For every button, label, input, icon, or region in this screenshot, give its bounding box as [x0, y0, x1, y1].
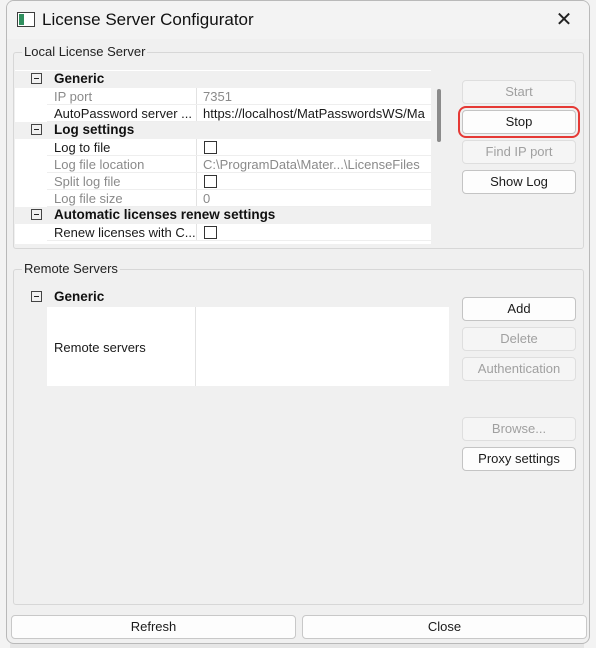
property-row[interactable]: Log to file: [15, 139, 431, 156]
authentication-button[interactable]: Authentication: [462, 357, 576, 381]
property-name: IP port: [54, 89, 93, 104]
close-button[interactable]: Close: [302, 615, 587, 639]
column-separator: [196, 190, 197, 207]
column-separator: [196, 173, 197, 190]
local-property-grid[interactable]: Generic IP port 7351 AutoPassword server ..…: [15, 70, 431, 244]
collapse-toggle-icon[interactable]: [31, 124, 42, 135]
local-grid-scrollbar[interactable]: [437, 89, 441, 142]
property-name: AutoPassword server ...: [54, 106, 192, 121]
show-log-button[interactable]: Show Log: [462, 170, 576, 194]
category-label: Automatic licenses renew settings: [54, 207, 276, 222]
category-label: Log settings: [54, 122, 135, 137]
app-icon: [17, 12, 35, 27]
remote-servers-label: Remote Servers: [22, 261, 120, 276]
close-icon[interactable]: ✕: [547, 5, 581, 35]
checkbox[interactable]: [204, 141, 217, 154]
start-button[interactable]: Start: [462, 80, 576, 104]
local-license-server-label: Local License Server: [22, 44, 148, 59]
property-value[interactable]: C:\ProgramData\Mater...\LicenseFiles: [203, 157, 433, 172]
category-label: Generic: [54, 71, 105, 86]
property-name: Log file location: [54, 157, 145, 172]
collapse-toggle-icon[interactable]: [31, 73, 42, 84]
property-row[interactable]: IP port 7351: [15, 88, 431, 105]
remote-generic-label: Generic: [54, 289, 105, 304]
stop-button[interactable]: Stop: [458, 106, 580, 138]
proxy-settings-button[interactable]: Proxy settings: [462, 447, 576, 471]
property-row[interactable]: Split log file: [15, 173, 431, 190]
refresh-button[interactable]: Refresh: [11, 615, 296, 639]
category-row[interactable]: Automatic licenses renew settings: [15, 207, 431, 224]
find-ip-port-button[interactable]: Find IP port: [462, 140, 576, 164]
remote-property-grid[interactable]: Generic Remote servers: [15, 288, 449, 386]
property-row[interactable]: Log file location C:\ProgramData\Mater...…: [15, 156, 431, 173]
row-divider: [47, 240, 431, 241]
column-separator: [196, 105, 197, 122]
column-separator: [196, 156, 197, 173]
property-name: Renew licenses with C...: [54, 225, 196, 240]
column-separator: [196, 139, 197, 156]
property-row[interactable]: Log file size 0: [15, 190, 431, 207]
collapse-toggle-icon[interactable]: [31, 291, 42, 302]
column-separator: [196, 88, 197, 105]
column-separator: [196, 224, 197, 241]
remote-generic-category[interactable]: Generic: [15, 289, 449, 306]
property-name: Log to file: [54, 140, 111, 155]
property-value[interactable]: https://localhost/MatPasswordsWS/Ma: [203, 106, 433, 121]
title-bar: License Server Configurator ✕: [7, 1, 589, 39]
property-name: Split log file: [54, 174, 121, 189]
browse-button[interactable]: Browse...: [462, 417, 576, 441]
property-name: Log file size: [54, 191, 123, 206]
collapse-toggle-icon[interactable]: [31, 209, 42, 220]
remote-servers-row[interactable]: Remote servers: [47, 307, 449, 386]
remote-servers-name: Remote servers: [54, 340, 146, 355]
category-row[interactable]: Generic: [15, 71, 431, 88]
delete-button[interactable]: Delete: [462, 327, 576, 351]
remote-servers-separator: [195, 307, 196, 386]
checkbox[interactable]: [204, 226, 217, 239]
category-row[interactable]: Log settings: [15, 122, 431, 139]
property-value[interactable]: 0: [203, 191, 433, 206]
window-title: License Server Configurator: [42, 10, 254, 29]
property-row[interactable]: AutoPassword server ... https://localhost…: [15, 105, 431, 122]
add-button[interactable]: Add: [462, 297, 576, 321]
license-server-configurator-window: License Server Configurator ✕ Local Lice…: [6, 0, 590, 644]
property-value[interactable]: 7351: [203, 89, 433, 104]
checkbox[interactable]: [204, 175, 217, 188]
property-row[interactable]: Renew licenses with C...: [15, 224, 431, 241]
